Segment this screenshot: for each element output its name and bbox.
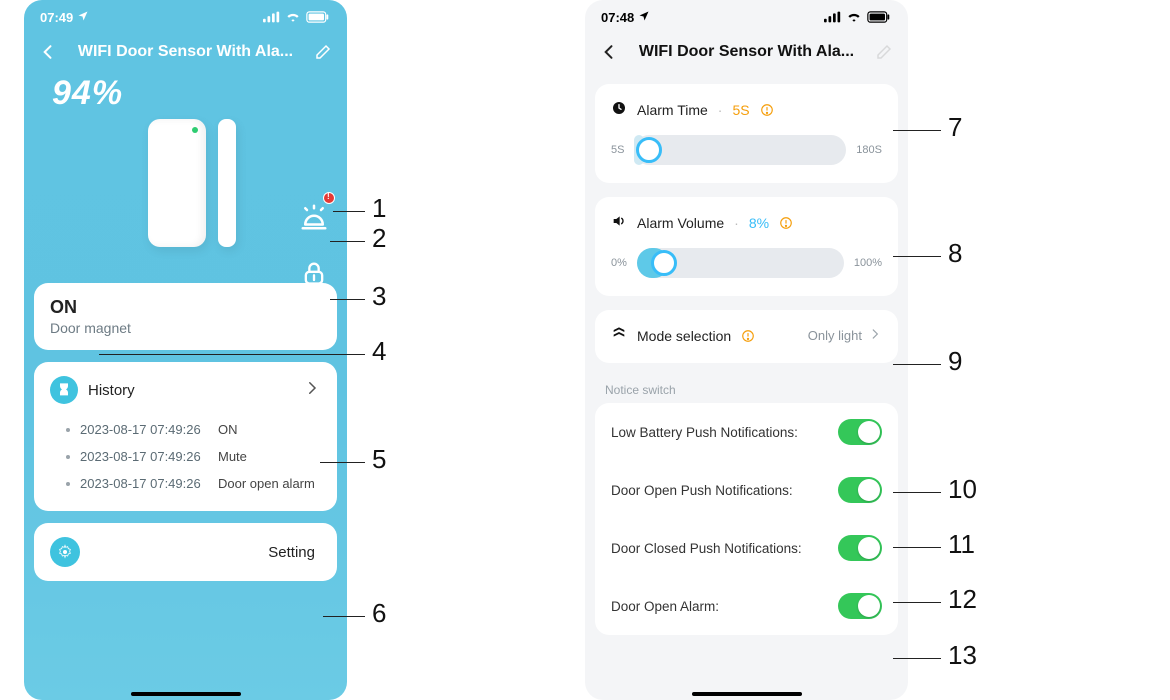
history-icon <box>50 376 78 404</box>
volume-icon <box>611 213 627 232</box>
alarm-volume-slider[interactable] <box>637 248 844 278</box>
slider-min: 5S <box>611 144 624 156</box>
status-bar: 07:48 <box>585 0 908 34</box>
edit-button[interactable] <box>313 42 333 62</box>
door-open-alarm-row: Door Open Alarm: <box>595 577 898 635</box>
annotation-6: 6 <box>372 598 386 629</box>
warning-icon <box>741 329 755 343</box>
status-bar: 07:49 <box>24 0 347 34</box>
phone-right: 07:48 WIFI Door Sensor With Ala... <box>585 0 908 700</box>
annotation-12: 12 <box>948 584 977 615</box>
mode-card[interactable]: Mode selection Only light <box>595 310 898 363</box>
alarm-icon[interactable] <box>295 198 333 236</box>
switch-list: Low Battery Push Notifications: Door Ope… <box>595 403 898 635</box>
door-open-alarm-toggle[interactable] <box>838 593 882 619</box>
slider-max: 180S <box>856 144 882 156</box>
cube-icon <box>611 326 627 345</box>
lock-icon[interactable] <box>295 254 333 292</box>
setting-card[interactable]: Setting <box>34 523 337 581</box>
door-magnet-card[interactable]: ON Door magnet <box>34 283 337 350</box>
annotation-2: 2 <box>372 223 386 254</box>
magnet-label: Door magnet <box>50 320 321 336</box>
gear-icon <box>50 537 80 567</box>
annotation-3: 3 <box>372 281 386 312</box>
annotation-1: 1 <box>372 193 386 224</box>
status-time: 07:48 <box>601 10 634 25</box>
alarm-time-slider[interactable] <box>634 135 846 165</box>
mode-value: Only light <box>808 328 862 343</box>
nav-bar: WIFI Door Sensor With Ala... <box>24 34 347 70</box>
location-icon <box>638 10 650 25</box>
annotation-13: 13 <box>948 640 977 671</box>
annotation-8: 8 <box>948 238 962 269</box>
status-icons <box>824 11 892 23</box>
history-row: 2023-08-17 07:49:26Door open alarm <box>50 470 321 497</box>
location-icon <box>77 10 89 25</box>
alarm-volume-value: 8% <box>749 215 769 231</box>
status-icons <box>263 11 331 23</box>
history-row: 2023-08-17 07:49:26ON <box>50 416 321 443</box>
home-indicator <box>131 692 241 696</box>
warning-icon <box>760 103 774 117</box>
annotation-4: 4 <box>372 336 386 367</box>
chevron-right-icon <box>868 327 882 344</box>
slider-min: 0% <box>611 257 627 269</box>
back-button[interactable] <box>599 42 619 62</box>
annotation-10: 10 <box>948 474 977 505</box>
switch-label: Door Closed Push Notifications: <box>611 541 802 556</box>
alert-badge-icon <box>323 192 335 204</box>
clock-icon <box>611 100 627 119</box>
page-title: WIFI Door Sensor With Ala... <box>78 43 293 61</box>
annotation-5: 5 <box>372 444 386 475</box>
door-closed-push-row: Door Closed Push Notifications: <box>595 519 898 577</box>
magnet-state: ON <box>50 297 321 318</box>
switch-label: Low Battery Push Notifications: <box>611 425 798 440</box>
history-card[interactable]: History 2023-08-17 07:49:26ON 2023-08-17… <box>34 362 337 511</box>
slider-max: 100% <box>854 257 882 269</box>
battery-percent: 94% <box>24 70 347 113</box>
alarm-time-label: Alarm Time <box>637 102 708 118</box>
alarm-time-card: Alarm Time · 5S 5S 180S <box>595 84 898 183</box>
switch-label: Door Open Alarm: <box>611 599 719 614</box>
home-indicator <box>692 692 802 696</box>
door-open-push-toggle[interactable] <box>838 477 882 503</box>
chevron-right-icon <box>303 379 321 402</box>
phone-left: 07:49 WIFI Door Sensor With Ala... 94% <box>24 0 347 700</box>
low-battery-toggle[interactable] <box>838 419 882 445</box>
page-title: WIFI Door Sensor With Ala... <box>639 43 854 61</box>
low-battery-row: Low Battery Push Notifications: <box>595 403 898 461</box>
edit-button[interactable] <box>874 42 894 62</box>
nav-bar: WIFI Door Sensor With Ala... <box>585 34 908 70</box>
alarm-time-value: 5S <box>732 102 749 118</box>
setting-label: Setting <box>92 544 321 561</box>
alarm-volume-card: Alarm Volume · 8% 0% 100% <box>595 197 898 296</box>
door-open-push-row: Door Open Push Notifications: <box>595 461 898 519</box>
mode-label: Mode selection <box>637 328 731 344</box>
annotation-9: 9 <box>948 346 962 377</box>
door-closed-push-toggle[interactable] <box>838 535 882 561</box>
history-title: History <box>88 382 135 399</box>
warning-icon <box>779 216 793 230</box>
history-row: 2023-08-17 07:49:26Mute <box>50 443 321 470</box>
back-button[interactable] <box>38 42 58 62</box>
annotation-7: 7 <box>948 112 962 143</box>
annotation-11: 11 <box>948 529 975 560</box>
switch-label: Door Open Push Notifications: <box>611 483 793 498</box>
alarm-volume-label: Alarm Volume <box>637 215 724 231</box>
notice-switch-label: Notice switch <box>585 363 908 403</box>
status-time: 07:49 <box>40 10 73 25</box>
